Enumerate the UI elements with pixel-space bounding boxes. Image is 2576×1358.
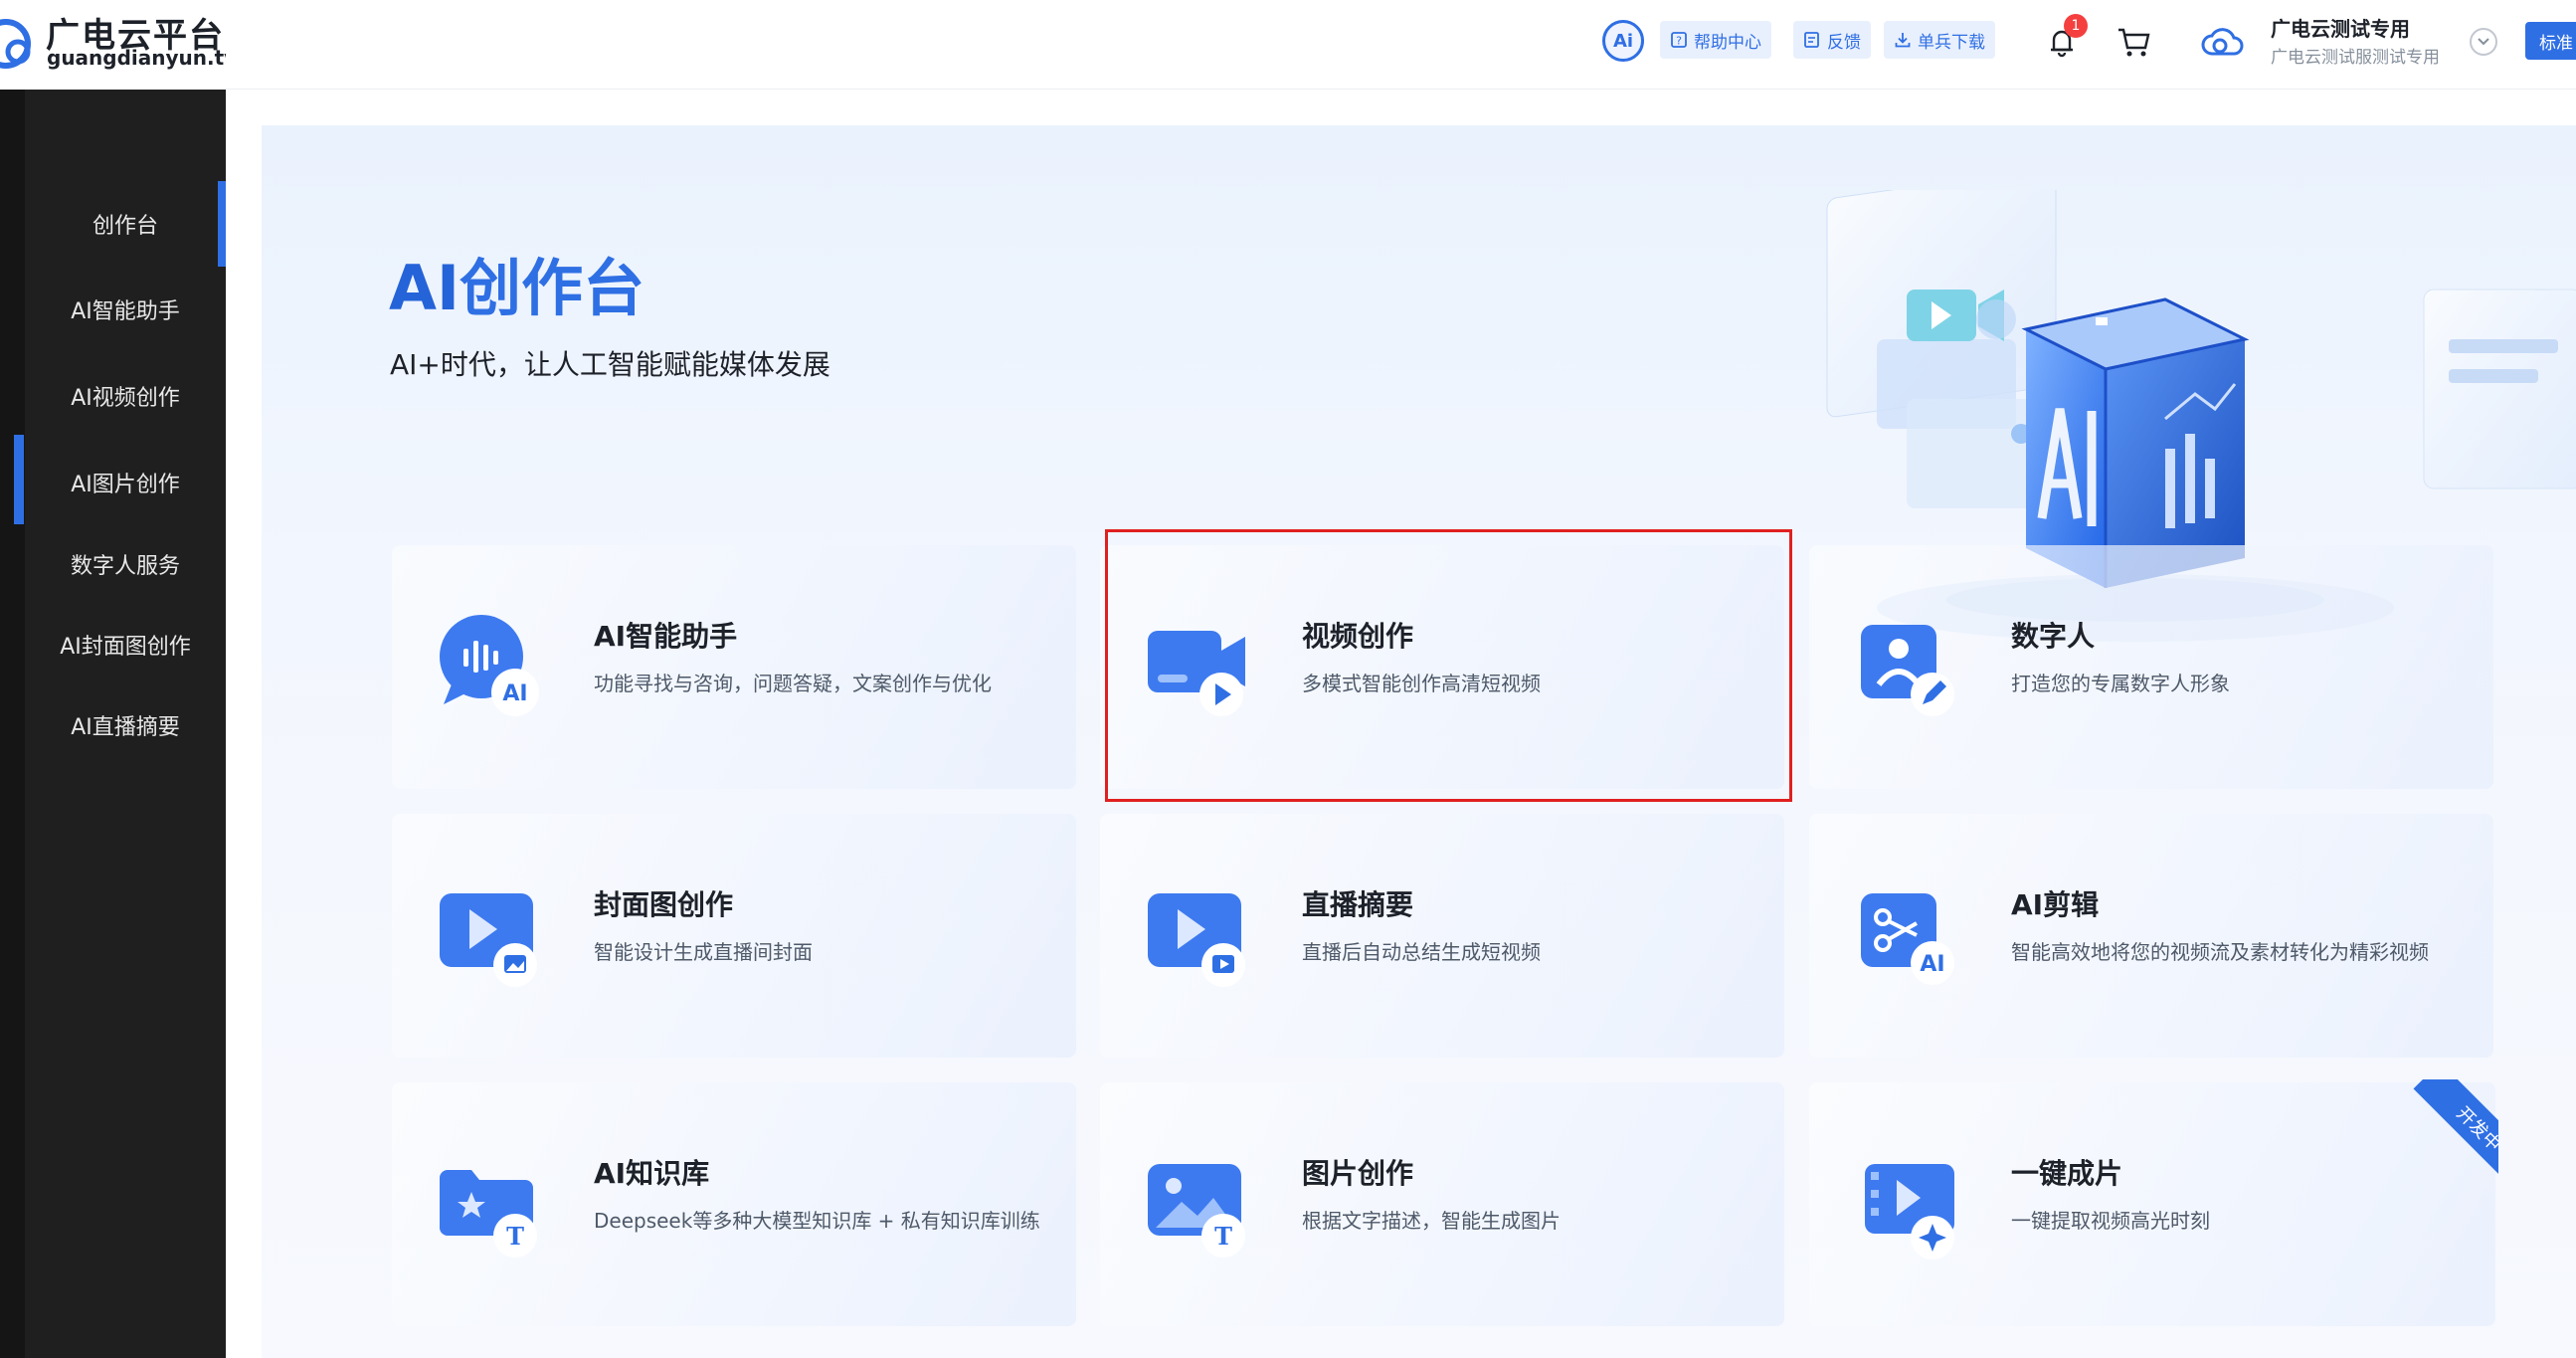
card-ai-edit[interactable]: AI AI剪辑 智能高效地将您的视频流及素材转化为精彩视频 [1809, 814, 2493, 1058]
help-center-label: 帮助中心 [1694, 32, 1761, 53]
top-header: Ai ? 帮助中心 反馈 单兵下载 1 广电云测试专用 广电云测试服测试专用 标… [226, 0, 2576, 90]
sidebar-item-label: AI封面图创作 [60, 635, 191, 660]
active-indicator [218, 181, 226, 267]
sidebar-marker [14, 435, 24, 524]
card-title: 直播摘要 [1302, 888, 1414, 921]
sidebar-item-ai-live-summary[interactable]: AI直播摘要 [25, 690, 226, 760]
ai-badge-button[interactable]: Ai [1602, 20, 1644, 62]
account-cloud-icon [2201, 28, 2244, 56]
sidebar: 创作台 AI智能助手 AI视频创作 AI图片创作 数字人服务 AI封面图创作 A… [0, 0, 226, 1358]
svg-text:AI: AI [502, 681, 527, 706]
chevron-down-icon [2478, 38, 2489, 46]
cloud-logo-icon [0, 19, 31, 69]
sidebar-item-label: AI视频创作 [71, 386, 180, 411]
feedback-label: 反馈 [1827, 32, 1861, 53]
ribbon-label: 开发中 [2413, 1079, 2498, 1179]
svg-text:T: T [506, 1222, 524, 1251]
account-dropdown[interactable] [2470, 28, 2497, 56]
card-title: AI剪辑 [2011, 888, 2100, 921]
card-desc: 智能高效地将您的视频流及素材转化为精彩视频 [2011, 940, 2429, 964]
card-desc: 功能寻找与咨询，问题答疑，文案创作与优化 [594, 672, 992, 695]
sidebar-item-ai-video[interactable]: AI视频创作 [25, 361, 226, 431]
page-subtitle: AI+时代，让人工智能赋能媒体发展 [390, 348, 830, 381]
sidebar-item-label: AI图片创作 [71, 473, 180, 497]
card-desc: 打造您的专属数字人形象 [2011, 672, 2230, 695]
sidebar-item-label: AI直播摘要 [71, 715, 180, 740]
digital-human-icon [1861, 625, 1954, 716]
card-one-click-video[interactable]: 一键成片 一键提取视频高光时刻 开发中 [1809, 1079, 2498, 1326]
card-title: 图片创作 [1302, 1157, 1414, 1190]
cover-image-icon [440, 893, 537, 987]
card-title: 视频创作 [1302, 620, 1414, 653]
svg-text:?: ? [1676, 35, 1682, 48]
notification-badge: 1 [2064, 14, 2088, 38]
feedback-icon [1804, 32, 1819, 48]
help-center-button[interactable]: ? 帮助中心 [1660, 21, 1771, 59]
in-development-ribbon: 开发中 [2399, 1079, 2498, 1179]
card-title: AI智能助手 [594, 620, 738, 653]
sidebar-item-ai-image[interactable]: AI图片创作 [25, 448, 226, 517]
feedback-button[interactable]: 反馈 [1793, 21, 1871, 59]
card-video-creation[interactable]: 视频创作 多模式智能创作高清短视频 [1100, 545, 1784, 789]
download-button[interactable]: 单兵下载 [1884, 21, 1995, 59]
video-creation-icon [1148, 631, 1245, 716]
notification-button[interactable]: 1 [2042, 14, 2088, 62]
sidebar-item-ai-assistant[interactable]: AI智能助手 [25, 275, 226, 344]
help-icon: ? [1671, 32, 1687, 48]
card-knowledge-base[interactable]: T AI知识库 Deepseek等多种大模型知识库 + 私有知识库训练 [392, 1082, 1076, 1326]
card-desc: 根据文字描述，智能生成图片 [1302, 1209, 1561, 1233]
card-desc: 一键提取视频高光时刻 [2011, 1209, 2210, 1233]
card-title: 封面图创作 [594, 888, 734, 921]
sidebar-item-creation-desk[interactable]: 创作台 [25, 181, 226, 267]
card-desc: 直播后自动总结生成短视频 [1302, 940, 1541, 964]
live-summary-icon [1148, 893, 1245, 987]
card-desc: 多模式智能创作高清短视频 [1302, 672, 1541, 695]
page-title-ai: AI [389, 252, 460, 324]
cart-icon[interactable] [2114, 22, 2155, 62]
page-title: AI创作台 [389, 238, 644, 327]
card-title: 一键成片 [2011, 1157, 2123, 1190]
card-live-summary[interactable]: 直播摘要 直播后自动总结生成短视频 [1100, 814, 1784, 1058]
sidebar-item-label: 创作台 [92, 214, 158, 239]
sidebar-rail [0, 90, 25, 1358]
download-icon [1895, 33, 1911, 48]
svg-text:T: T [1214, 1222, 1232, 1251]
logo[interactable]: 广电云平台 guangdianyun.tv [0, 0, 237, 90]
card-ai-assistant[interactable]: AI AI智能助手 功能寻找与咨询，问题答疑，文案创作与优化 [392, 545, 1076, 789]
standard-button[interactable]: 标准 [2525, 22, 2576, 60]
card-desc: 智能设计生成直播间封面 [594, 940, 813, 964]
svg-text:AI: AI [1920, 952, 1944, 977]
sidebar-item-ai-cover[interactable]: AI封面图创作 [25, 610, 226, 679]
account-subtitle: 广电云测试服测试专用 [2271, 48, 2440, 68]
knowledge-base-icon: T [440, 1170, 537, 1258]
card-digital-human[interactable]: 数字人 打造您的专属数字人形象 [1809, 545, 2493, 789]
ai-assistant-icon: AI [440, 615, 539, 716]
card-title: 数字人 [2011, 620, 2096, 653]
download-label: 单兵下载 [1918, 32, 1985, 53]
logo-domain: guangdianyun.tv [47, 46, 238, 70]
page-title-rest: 创作台 [460, 252, 645, 324]
account-name: 广电云测试专用 [2271, 17, 2410, 41]
sidebar-item-label: 数字人服务 [70, 554, 180, 579]
sidebar-item-digital-human[interactable]: 数字人服务 [25, 529, 226, 599]
card-image-creation[interactable]: T 图片创作 根据文字描述，智能生成图片 [1100, 1082, 1784, 1326]
image-creation-icon: T [1148, 1164, 1245, 1258]
card-cover-image[interactable]: 封面图创作 智能设计生成直播间封面 [392, 814, 1076, 1058]
main-content: AI创作台 AI+时代，让人工智能赋能媒体发展 AI AI智能助手 功能寻找与咨… [226, 91, 2576, 1358]
card-desc: Deepseek等多种大模型知识库 + 私有知识库训练 [594, 1209, 1040, 1233]
ai-edit-icon: AI [1861, 893, 1954, 985]
one-click-video-icon [1865, 1164, 1954, 1260]
sidebar-item-label: AI智能助手 [71, 299, 180, 324]
card-title: AI知识库 [594, 1157, 710, 1190]
